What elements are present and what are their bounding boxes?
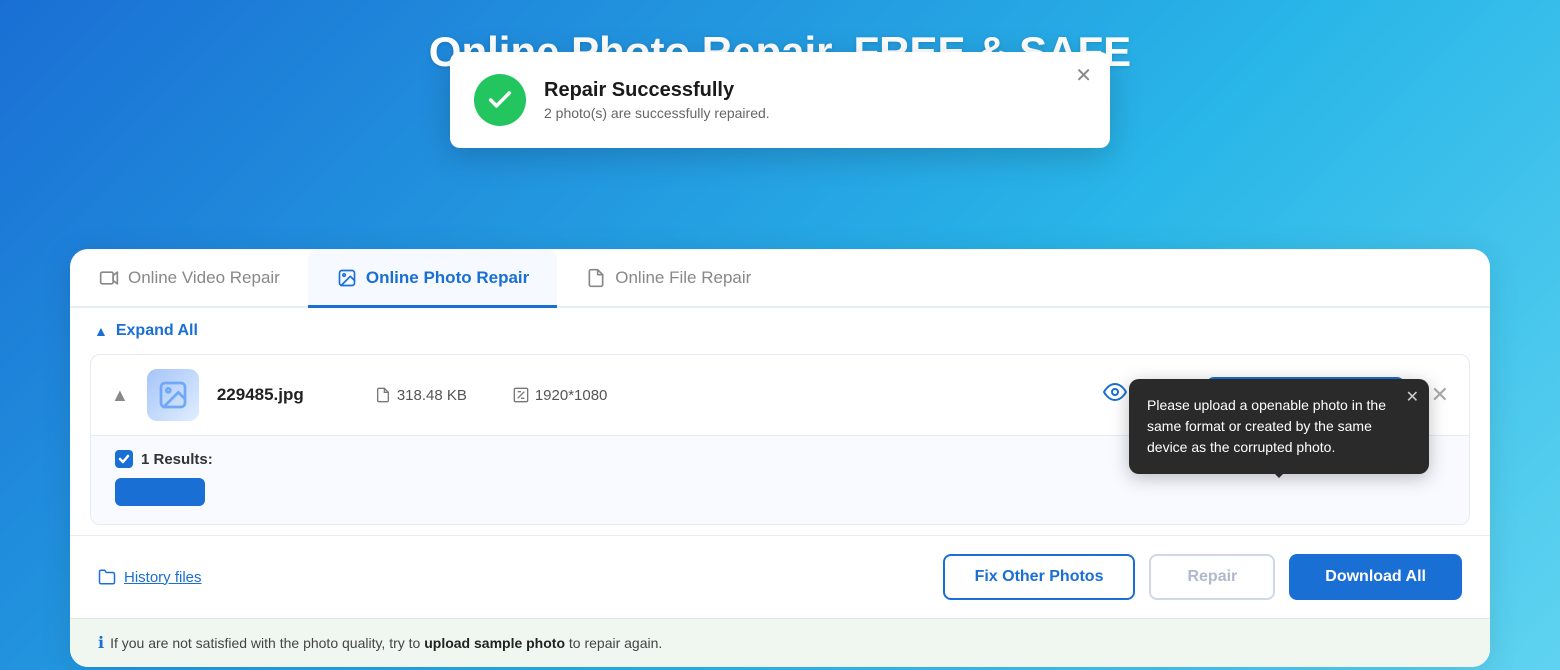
success-icon — [474, 74, 526, 126]
toast-title: Repair Successfully — [544, 79, 770, 102]
footer-hint-suffix: to repair again. — [565, 635, 662, 651]
file-thumbnail — [147, 369, 199, 421]
tab-file[interactable]: Online File Repair — [557, 249, 779, 308]
file-size: 318.48 KB — [397, 387, 467, 404]
file-name: 229485.jpg — [217, 385, 357, 405]
results-checkbox[interactable] — [115, 450, 133, 468]
info-icon: ℹ — [98, 633, 104, 653]
file-section: ▲ 229485.jpg 318.48 KB — [90, 354, 1470, 525]
history-files-link[interactable]: History files — [98, 568, 202, 586]
tab-video[interactable]: Online Video Repair — [70, 249, 308, 308]
result-preview-bar — [115, 478, 205, 506]
file-close-icon[interactable]: ✕ — [1431, 382, 1449, 408]
main-panel: Online Video Repair Online Photo Repair … — [70, 249, 1490, 667]
tab-photo-label: Online Photo Repair — [366, 268, 529, 288]
results-count-label: 1 Results: — [141, 451, 213, 468]
chevron-up-icon: ▲ — [94, 323, 108, 339]
download-all-button[interactable]: Download All — [1289, 554, 1462, 600]
tooltip-text: Please upload a openable photo in the sa… — [1147, 397, 1386, 455]
success-toast: Repair Successfully 2 photo(s) are succe… — [450, 52, 1110, 148]
file-dimensions: 1920*1080 — [535, 387, 608, 404]
toast-text: Repair Successfully 2 photo(s) are succe… — [544, 79, 770, 121]
bottom-bar: History files Fix Other Photos Repair Do… — [70, 535, 1490, 618]
tab-photo[interactable]: Online Photo Repair — [308, 249, 557, 308]
repair-button[interactable]: Repair — [1149, 554, 1275, 600]
footer-hint-prefix: If you are not satisfied with the photo … — [110, 635, 424, 651]
photo-icon — [336, 267, 358, 289]
toast-close-button[interactable]: ✕ — [1075, 66, 1092, 86]
file-row-chevron[interactable]: ▲ — [111, 385, 129, 406]
expand-all-row[interactable]: ▲ Expand All — [70, 308, 1490, 354]
tabs-row: Online Video Repair Online Photo Repair … — [70, 249, 1490, 308]
footer-hint-bold: upload sample photo — [424, 635, 565, 651]
preview-icon[interactable] — [1103, 380, 1127, 410]
file-icon — [585, 267, 607, 289]
bottom-actions: Fix Other Photos Repair Download All — [943, 554, 1462, 600]
tab-video-label: Online Video Repair — [128, 268, 280, 288]
tab-file-label: Online File Repair — [615, 268, 751, 288]
file-size-meta: 318.48 KB — [375, 387, 495, 404]
file-dimensions-meta: 1920*1080 — [513, 387, 653, 404]
tooltip-box: ✕ Please upload a openable photo in the … — [1129, 379, 1429, 474]
fix-other-button[interactable]: Fix Other Photos — [943, 554, 1136, 600]
history-files-label: History files — [124, 569, 202, 586]
toast-subtitle: 2 photo(s) are successfully repaired. — [544, 105, 770, 121]
video-icon — [98, 267, 120, 289]
footer-hint-text: If you are not satisfied with the photo … — [110, 635, 662, 651]
expand-all-label: Expand All — [116, 322, 198, 340]
tooltip-close-button[interactable]: ✕ — [1406, 387, 1419, 407]
footer-hint: ℹ If you are not satisfied with the phot… — [70, 618, 1490, 667]
